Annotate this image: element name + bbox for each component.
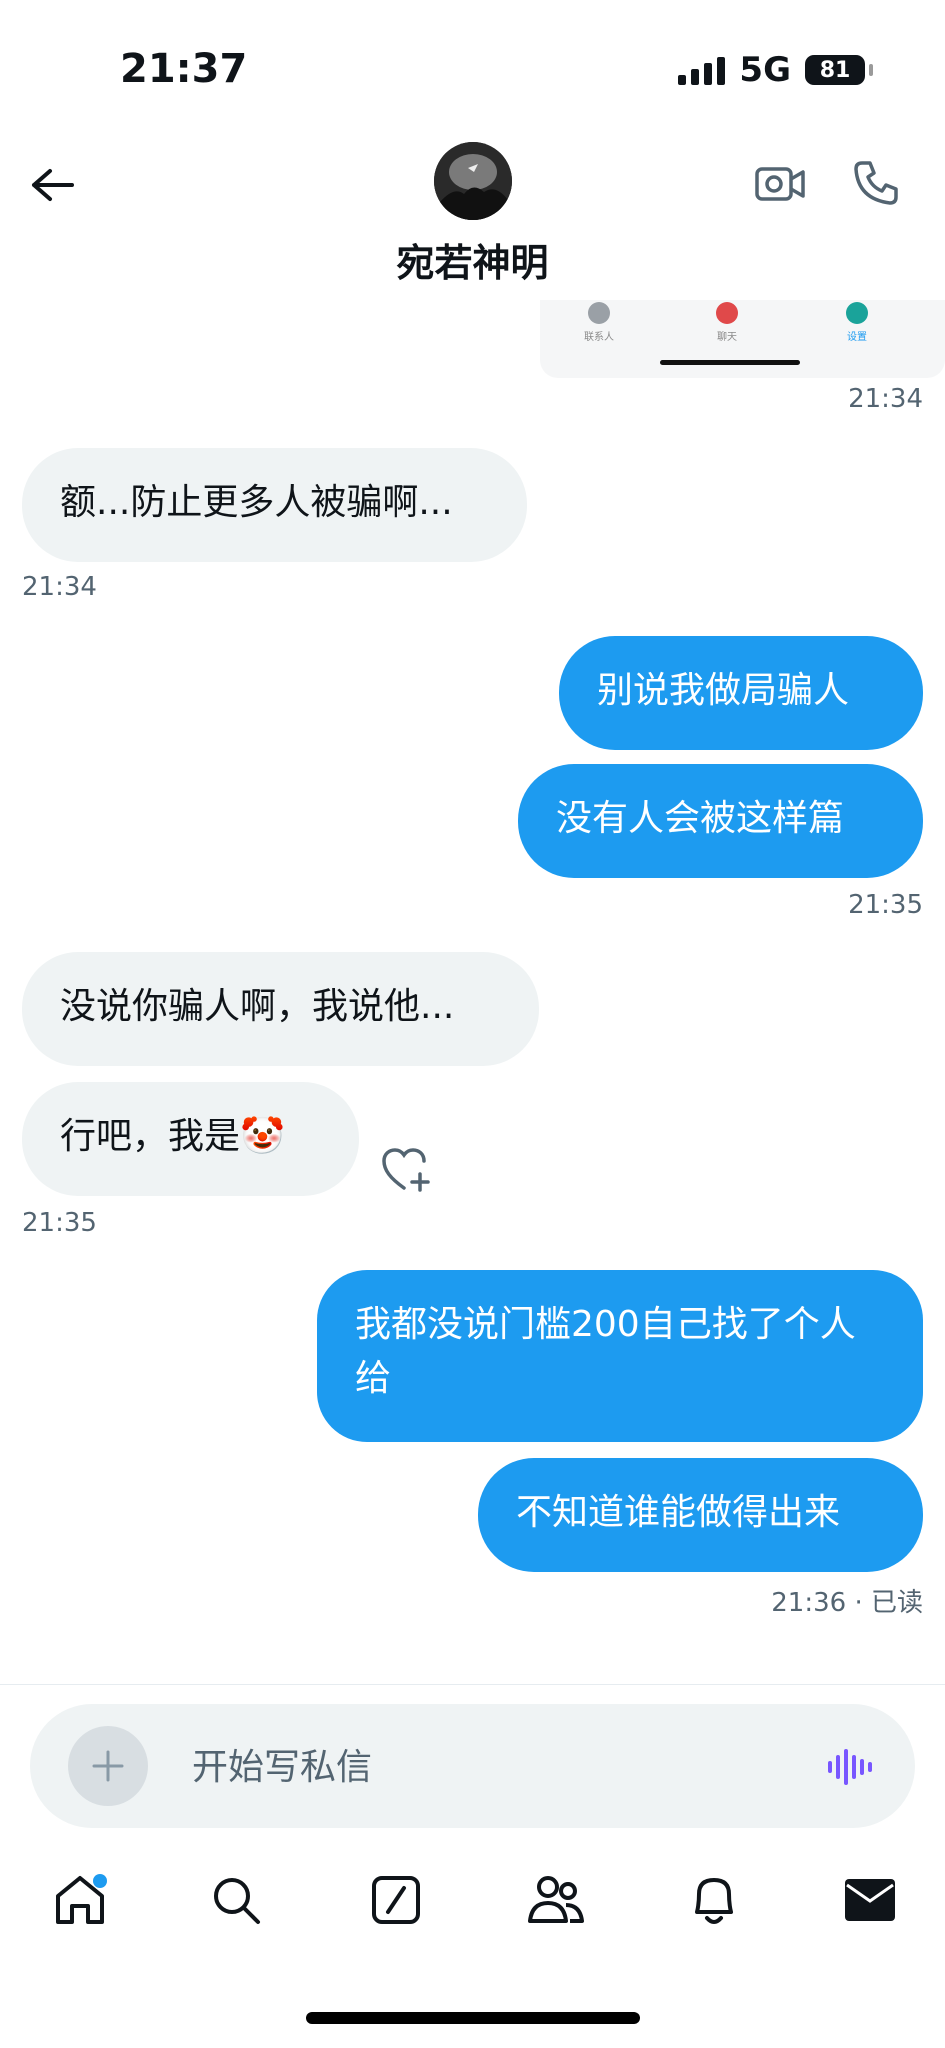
status-time: 21:37: [120, 46, 248, 92]
incoming-message[interactable]: 额...防止更多人被骗啊...: [22, 448, 527, 562]
shared-image[interactable]: 联系人 聊天 设置: [540, 300, 945, 378]
battery-icon: 81: [805, 55, 873, 85]
nav-compose[interactable]: [364, 1868, 428, 1932]
nav-notifications[interactable]: [682, 1868, 746, 1932]
voice-message-button[interactable]: [825, 1742, 875, 1792]
fragment-tab-contacts: 联系人: [564, 302, 634, 343]
video-camera-icon: [755, 167, 805, 201]
voice-call-button[interactable]: [848, 155, 904, 211]
bell-icon: [695, 1878, 733, 1924]
nav-search[interactable]: [204, 1868, 268, 1932]
plus-icon: [92, 1750, 124, 1782]
outgoing-message[interactable]: 没有人会被这样篇: [518, 764, 923, 878]
avatar-image-icon: [434, 142, 512, 220]
fragment-tab-label: 联系人: [584, 332, 614, 343]
home-notification-dot: [93, 1874, 107, 1888]
message-timestamp: 21:35: [22, 1208, 97, 1238]
outgoing-message[interactable]: 不知道谁能做得出来: [478, 1458, 923, 1572]
battery-level: 81: [819, 57, 851, 83]
heart-plus-icon: [382, 1148, 430, 1192]
nav-messages[interactable]: [838, 1868, 902, 1932]
outgoing-message[interactable]: 我都没说门槛200自己找了个人给: [317, 1270, 923, 1442]
network-label: 5G: [739, 50, 791, 90]
fragment-tab-settings: 设置: [822, 302, 892, 343]
nav-communities[interactable]: [524, 1868, 588, 1932]
message-input[interactable]: [190, 1734, 814, 1800]
mail-icon: [845, 1879, 895, 1921]
outgoing-message[interactable]: 别说我做局骗人: [559, 636, 923, 750]
fragment-tab-label: 聊天: [717, 332, 737, 343]
message-composer: [30, 1704, 915, 1828]
message-timestamp: 21:34: [22, 572, 97, 602]
fragment-home-indicator: [660, 360, 800, 365]
incoming-message[interactable]: 没说你骗人啊，我说他...: [22, 952, 539, 1066]
search-icon: [214, 1878, 260, 1924]
communities-icon: [528, 1876, 584, 1923]
read-receipt: 21:36 · 已读: [771, 1588, 923, 1618]
signal-icon: [678, 55, 726, 85]
avatar[interactable]: [434, 142, 512, 220]
back-button[interactable]: [22, 155, 82, 215]
contact-name[interactable]: 宛若神明: [0, 232, 945, 287]
phone-icon: [854, 161, 898, 205]
fragment-tab-label: 设置: [847, 332, 867, 343]
home-indicator: [306, 2012, 640, 2024]
status-indicators: 5G 81: [678, 50, 873, 90]
composer-divider: [0, 1684, 945, 1685]
message-timestamp: 21:34: [848, 384, 923, 414]
add-reaction-button[interactable]: [376, 1142, 436, 1198]
attach-button[interactable]: [68, 1726, 148, 1806]
fragment-tab-chat: 聊天: [692, 302, 762, 343]
video-call-button[interactable]: [752, 155, 808, 211]
compose-icon: [372, 1876, 420, 1924]
message-timestamp: 21:35: [848, 890, 923, 920]
bottom-nav: [0, 1868, 945, 1948]
voice-waveform-icon: [828, 1749, 872, 1785]
back-arrow-icon: [32, 169, 74, 201]
incoming-message[interactable]: 行吧，我是🤡: [22, 1082, 359, 1196]
